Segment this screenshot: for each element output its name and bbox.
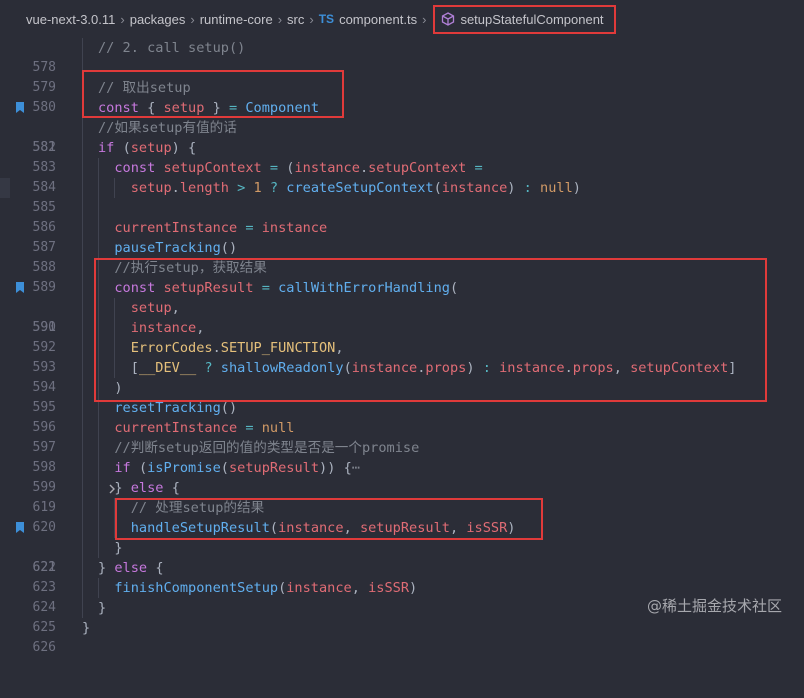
code-line[interactable]: 599 if (isPromise(setupResult)) {⋯ <box>0 458 804 495</box>
watermark: @稀土掘金技术社区 <box>646 597 782 615</box>
line-number: 626 <box>32 640 56 655</box>
breadcrumb-symbol-highlight[interactable]: setupStatefulComponent <box>433 4 616 34</box>
code-line[interactable]: 598 //判断setup返回的值的类型是否是一个promise <box>0 438 804 475</box>
chevron-right-icon: › <box>422 11 427 27</box>
code-line[interactable]: 619 } else { <box>0 478 804 515</box>
highlight-box-setup-call <box>94 258 767 402</box>
code-line[interactable]: 582 //如果setup有值的话 <box>0 118 804 155</box>
code-line[interactable]: 587 currentInstance = instance <box>0 218 804 255</box>
code-line[interactable]: 623 } else { <box>0 558 804 595</box>
chevron-right-icon: › <box>309 11 314 27</box>
code-line[interactable]: 626 } <box>0 618 804 655</box>
breadcrumb-symbol: setupStatefulComponent <box>460 11 604 27</box>
folded-ellipsis[interactable]: ⋯ <box>352 460 360 476</box>
code-line[interactable]: 586 <box>0 198 804 235</box>
code-line[interactable]: 583 if (setup) { <box>0 138 804 175</box>
code-line[interactable]: 622 } <box>0 538 804 575</box>
chevron-right-icon: › <box>277 11 283 27</box>
typescript-file-icon: TS <box>318 12 335 26</box>
code-line[interactable]: 588 pauseTracking() <box>0 238 804 275</box>
chevron-right-icon: › <box>190 11 195 27</box>
highlight-box-setup-result <box>115 498 543 540</box>
breadcrumb-file[interactable]: component.ts <box>339 12 417 27</box>
bookmark-icon[interactable] <box>16 282 24 293</box>
breadcrumb-packages[interactable]: packages <box>130 12 186 27</box>
breadcrumb-src[interactable]: src <box>287 12 304 27</box>
code-line[interactable]: 585 setup.length > 1 ? createSetupContex… <box>0 178 804 215</box>
breadcrumb-project[interactable]: vue-next-3.0.11 <box>26 12 115 27</box>
code-line[interactable]: 584 const setupContext = (instance.setup… <box>0 158 804 195</box>
code-line[interactable]: 578 // 2. call setup() <box>0 38 804 75</box>
method-cube-icon <box>441 12 455 26</box>
code-line[interactable]: 597 currentInstance = null <box>0 418 804 455</box>
breadcrumb: vue-next-3.0.11 › packages › runtime-cor… <box>0 0 804 38</box>
highlight-box-setup-extract <box>82 70 344 118</box>
chevron-right-icon: › <box>120 11 125 27</box>
breadcrumb-runtime-core[interactable]: runtime-core <box>200 12 273 27</box>
bookmark-icon[interactable] <box>16 102 24 113</box>
code-editor[interactable]: 578 // 2. call setup() 579 580 // 取出setu… <box>0 38 804 655</box>
bookmark-icon[interactable] <box>16 522 24 533</box>
